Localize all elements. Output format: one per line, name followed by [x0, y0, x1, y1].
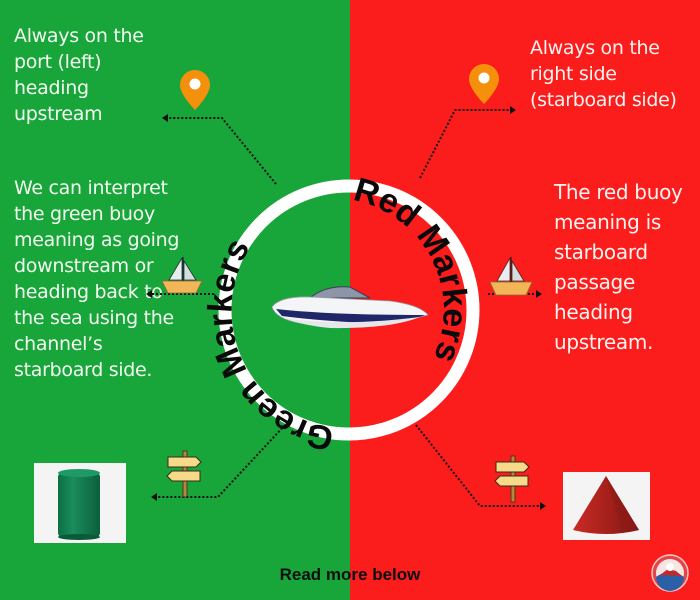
read-more-cta[interactable]: Read more below [0, 565, 700, 585]
speedboat-image [271, 286, 429, 329]
connector-green-top [166, 117, 277, 185]
green-markers-label: Green Markers [201, 232, 337, 458]
sailboat-icon [161, 256, 203, 294]
red-markers-label: Red Markers [350, 171, 474, 368]
diagram-overlay: Green Markers Red Markers [146, 64, 689, 592]
signpost-icon [494, 455, 530, 503]
signpost-icon [166, 450, 202, 498]
connector-red-top [419, 109, 512, 179]
sailboat-icon [489, 256, 533, 296]
location-pin-icon [469, 64, 499, 104]
location-pin-icon [180, 70, 210, 110]
